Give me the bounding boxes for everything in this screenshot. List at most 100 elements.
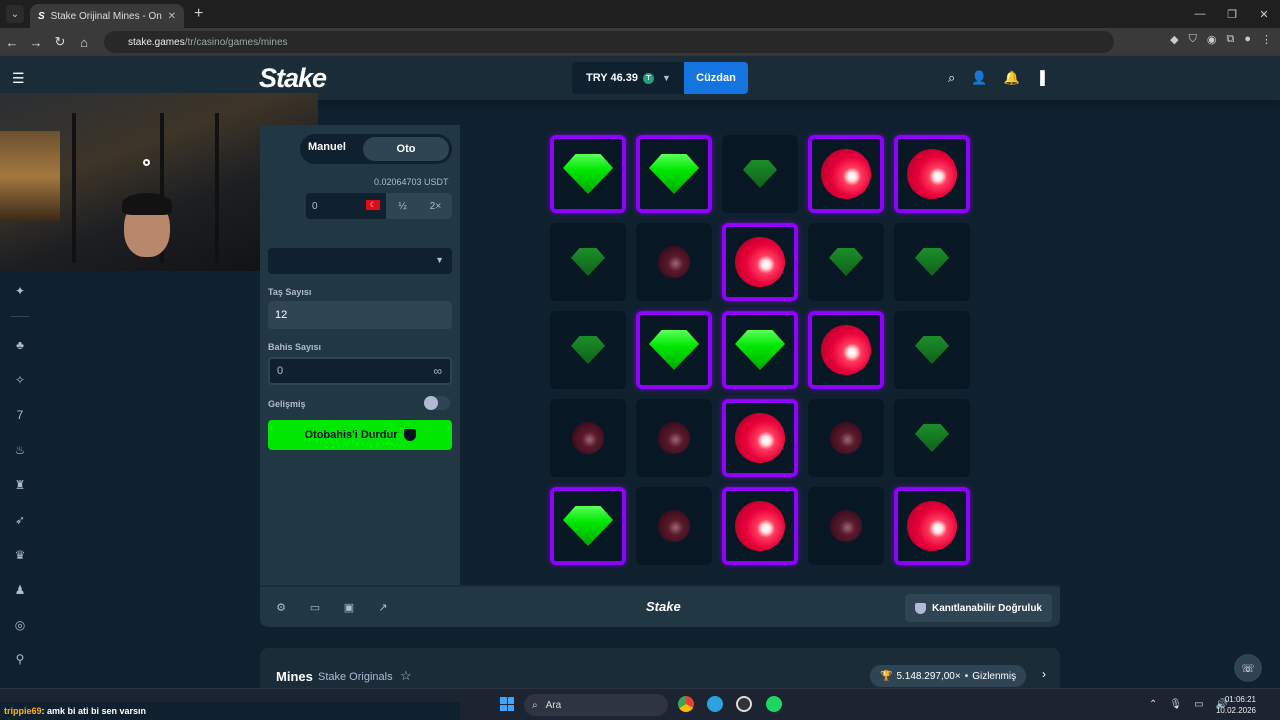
kebab-menu-icon[interactable]: ⋮ [1261,33,1272,46]
mine-tile[interactable] [550,311,626,389]
mine-tile[interactable] [894,487,970,565]
profile-icon[interactable]: ● [1244,33,1251,46]
gems-field[interactable]: 12 [268,301,452,329]
mine-tile[interactable] [808,223,884,301]
tray-chevron-icon[interactable]: ⌃ [1149,699,1157,710]
shield-icon[interactable]: ⛉ [1189,33,1197,46]
mine-tile[interactable] [550,399,626,477]
mine-tile[interactable] [808,311,884,389]
extension-icon[interactable]: ◉ [1207,33,1217,46]
favorite-star-icon[interactable]: ☆ [400,668,412,684]
mine-tile[interactable] [636,223,712,301]
windows-start-icon[interactable] [500,697,514,711]
stop-autobet-button[interactable]: Otobahis'i Durdur [268,420,452,450]
back-button[interactable]: ← [0,35,24,50]
double-bet-button[interactable]: 2× [419,193,452,219]
bets-count-input[interactable]: 0 ∞ [268,357,452,385]
webcam-light-dot [143,159,150,166]
settings-icon[interactable]: ⚙ [274,601,288,615]
mine-tile[interactable] [808,487,884,565]
menu-icon[interactable]: ☰ [12,70,25,87]
mine-tile[interactable] [808,135,884,213]
mines-board [460,125,1060,585]
mine-tile[interactable] [722,399,798,477]
mines-select[interactable]: ▼ [268,248,452,274]
forward-button[interactable]: → [24,35,48,50]
game-provider[interactable]: Stake Originals [318,671,393,683]
originals-icon[interactable]: ♟ [12,583,28,599]
mine-tile[interactable] [636,311,712,389]
stats-icon[interactable]: ▣ [342,601,356,615]
reload-button[interactable]: ↻ [48,34,72,50]
home-button[interactable]: ⌂ [72,35,96,50]
rocket-icon[interactable]: ➶ [12,513,28,529]
chat-message: : amk bi ati bi sen varsın [41,706,147,716]
gift-icon[interactable]: ⚲ [12,652,28,668]
new-icon[interactable]: ✧ [12,373,28,389]
mine-tile[interactable] [550,135,626,213]
microphone-icon[interactable]: 🎙 [1169,699,1182,710]
max-win-pill[interactable]: 🏆 5.148.297,00× • Gizlenmiş [870,665,1027,687]
notification-icon[interactable]: 🔔 [1003,70,1019,86]
maximize-button[interactable]: ❐ [1216,0,1248,28]
live-icon[interactable]: ♨ [12,443,28,459]
mine-tile[interactable] [550,487,626,565]
crown-icon[interactable]: ♛ [12,548,28,564]
fairness-button[interactable]: Kanıtlanabilir Doğruluk [904,594,1052,622]
mine-tile[interactable] [894,311,970,389]
stake-logo[interactable]: Stake [259,63,327,94]
advanced-toggle[interactable] [424,396,450,410]
puzzle-icon[interactable]: ⧉ [1226,33,1234,46]
tab-search-button[interactable]: ⌄ [6,5,24,23]
user-icon[interactable]: 👤 [971,70,987,86]
chrome-icon[interactable] [678,696,694,712]
telegram-icon[interactable] [707,696,723,712]
support-chat-button[interactable]: ☏ [1234,654,1262,682]
network-icon[interactable]: ▭ [1194,699,1203,710]
bomb-icon [658,246,690,278]
target-icon[interactable]: ◎ [12,618,28,634]
theatre-mode-icon[interactable]: ▭ [308,601,322,615]
mine-tile[interactable] [722,223,798,301]
browser-tab[interactable]: S Stake Orijinal Mines - Online Casino ✕ [30,4,184,28]
search-icon[interactable]: ⌕ [948,70,955,86]
mine-tile[interactable] [636,399,712,477]
minimize-button[interactable]: — [1184,0,1216,28]
mine-tile[interactable] [722,135,798,213]
game-show-icon[interactable]: ♜ [12,478,28,494]
mine-tile[interactable] [894,399,970,477]
mine-tile[interactable] [722,311,798,389]
bomb-icon [830,422,862,454]
mine-tile[interactable] [636,135,712,213]
mine-tile[interactable] [722,487,798,565]
mine-tile[interactable] [894,223,970,301]
address-bar[interactable]: stake.games/tr/casino/games/mines [104,31,1114,53]
spotify-icon[interactable] [766,696,782,712]
mine-tile[interactable] [550,223,626,301]
slots-icon[interactable]: 7 [12,408,28,424]
chevron-right-icon[interactable]: › [1042,667,1046,681]
close-tab-icon[interactable]: ✕ [168,11,176,22]
taskbar-search[interactable]: ⌕ Ara [524,694,668,716]
infinity-icon[interactable]: ∞ [433,364,442,378]
tab-manual[interactable]: Manuel [308,141,346,153]
new-tab-button[interactable]: + [194,5,203,23]
half-bet-button[interactable]: ½ [386,193,419,219]
sports-icon[interactable]: ✦ [12,284,28,300]
system-clock[interactable]: 01:06:21 10.02.2026 [1216,694,1256,716]
chat-panel-icon[interactable]: ▐ [1036,70,1045,86]
tab-auto[interactable]: Oto [363,137,449,161]
mine-tile[interactable] [636,487,712,565]
mine-tile[interactable] [894,135,970,213]
close-window-button[interactable]: ✕ [1248,0,1280,28]
bet-amount-input[interactable]: 0 ☾ [306,193,386,219]
steam-icon[interactable] [736,696,752,712]
live-stats-icon[interactable]: ↗ [376,601,390,615]
casino-icon[interactable]: ♣ [12,338,28,354]
mine-tile[interactable] [808,399,884,477]
balance-selector[interactable]: TRY 46.39 T ▼ [572,62,684,94]
extension-icon[interactable]: ◆ [1170,33,1178,46]
game-footer: ⚙ ▭ ▣ ↗ Stake Kanıtlanabilir Doğruluk [260,585,1060,627]
wallet-button[interactable]: Cüzdan [684,62,748,94]
bet-sidebar: Manuel Oto 0.02064703 USDT 0 ☾ ½ 2× ▼ Ta… [260,125,460,585]
